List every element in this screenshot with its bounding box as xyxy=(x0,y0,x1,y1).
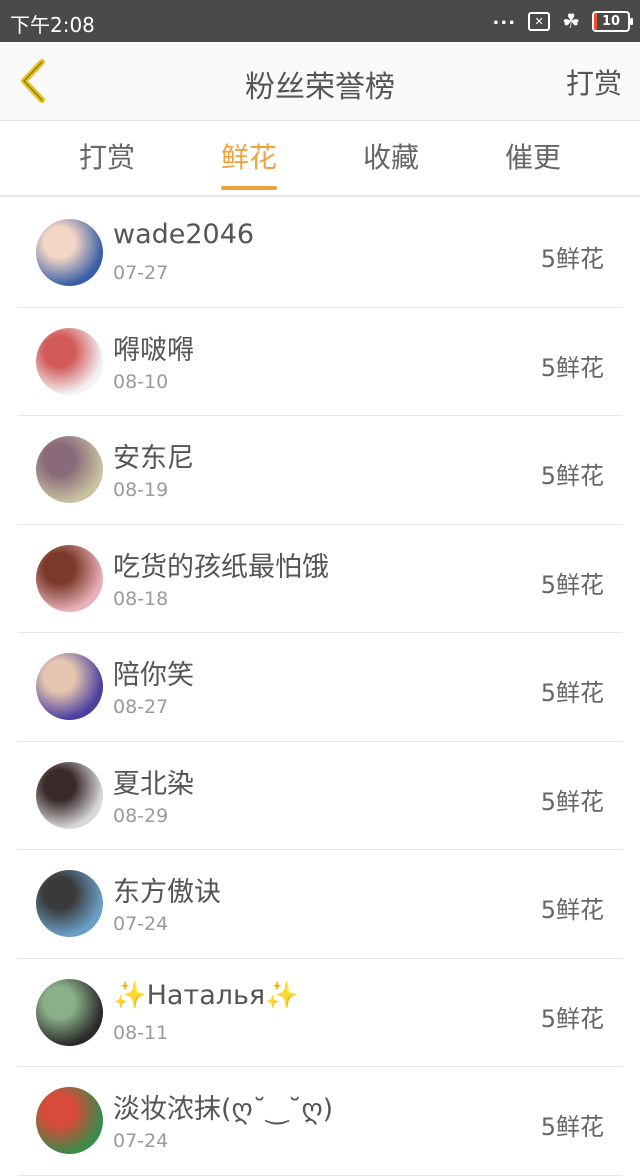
fan-date: 08-11 xyxy=(113,1021,169,1044)
fan-row[interactable]: 夏北染 08-29 5鲜花 xyxy=(0,742,640,850)
tab-urge-update[interactable]: 催更 xyxy=(462,121,604,195)
fan-date: 07-24 xyxy=(113,1130,169,1152)
avatar[interactable] xyxy=(36,1087,103,1154)
fan-row[interactable]: 东方傲诀 07-24 5鲜花 xyxy=(0,850,640,959)
fan-name: 吃货的孩纸最怕饿 xyxy=(113,551,329,583)
fan-date: 08-18 xyxy=(113,587,169,610)
back-arrow-icon xyxy=(21,59,45,103)
fan-name: 安东尼 xyxy=(113,443,194,474)
avatar[interactable] xyxy=(36,219,103,286)
fan-date: 07-27 xyxy=(113,262,169,284)
avatar[interactable] xyxy=(36,653,103,720)
sim-off-icon: ✕ xyxy=(528,11,551,31)
tab-reward[interactable]: 打赏 xyxy=(36,121,178,195)
fan-row[interactable]: 陪你笑 08-27 5鲜花 xyxy=(0,633,640,742)
fan-name: 嘚啵嘚 xyxy=(113,334,194,366)
flower-amount: 5鲜花 xyxy=(540,1004,604,1033)
flower-amount: 5鲜花 xyxy=(540,570,604,599)
avatar[interactable] xyxy=(36,327,103,395)
fan-row[interactable]: 吃货的孩纸最怕饿 08-18 5鲜花 xyxy=(0,525,640,633)
tab-bar: 打赏 鲜花 收藏 催更 xyxy=(0,121,640,197)
status-icons: ... ✕ ☘ 10 xyxy=(492,7,633,34)
row-divider xyxy=(18,1174,622,1176)
fan-date: 08-10 xyxy=(113,370,169,393)
flower-amount: 5鲜花 xyxy=(540,353,604,382)
fan-name: ✨Наталья✨ xyxy=(113,979,299,1011)
fan-name: wade2046 xyxy=(113,219,255,250)
flower-amount: 5鲜花 xyxy=(540,787,604,816)
avatar[interactable] xyxy=(36,436,103,503)
fan-list: wade2046 07-27 5鲜花 嘚啵嘚 08-10 5鲜花 安东尼 08-19 5鲜花 吃货… xyxy=(0,199,640,1176)
fan-row[interactable]: 安东尼 08-19 5鲜花 xyxy=(0,416,640,525)
fan-name: 东方傲诀 xyxy=(113,877,221,908)
avatar[interactable] xyxy=(36,761,103,829)
flower-amount: 5鲜花 xyxy=(540,245,604,273)
back-button[interactable] xyxy=(10,52,60,110)
reward-button[interactable]: 打赏 xyxy=(566,62,622,102)
active-tab-indicator xyxy=(221,186,277,190)
more-dots-icon: ... xyxy=(492,7,517,29)
battery-icon: 10 xyxy=(592,10,633,32)
fan-row[interactable]: 淡妆浓抹(ღ˘‿˘ღ) 07-24 5鲜花 xyxy=(0,1067,640,1176)
battery-level: 10 xyxy=(601,13,621,29)
flower-amount: 5鲜花 xyxy=(540,462,604,490)
fan-row[interactable]: ✨Наталья✨ 08-11 5鲜花 xyxy=(0,959,640,1067)
tab-favorites[interactable]: 收藏 xyxy=(320,121,462,195)
status-bar: 下午2:08 ... ✕ ☘ 10 xyxy=(0,0,640,42)
fan-date: 08-29 xyxy=(113,804,169,827)
clover-icon: ☘ xyxy=(562,9,580,33)
flower-amount: 5鲜花 xyxy=(540,1113,604,1141)
avatar[interactable] xyxy=(36,870,103,937)
page-title: 粉丝荣誉榜 xyxy=(245,70,395,105)
flower-amount: 5鲜花 xyxy=(540,679,604,707)
fan-name: 淡妆浓抹(ღ˘‿˘ღ) xyxy=(113,1094,334,1125)
app-header: 粉丝荣誉榜 打赏 xyxy=(0,42,640,121)
fan-row[interactable]: wade2046 07-27 5鲜花 xyxy=(0,199,640,308)
avatar[interactable] xyxy=(36,978,103,1046)
flower-amount: 5鲜花 xyxy=(540,896,604,924)
avatar[interactable] xyxy=(36,544,103,612)
fan-row[interactable]: 嘚啵嘚 08-10 5鲜花 xyxy=(0,308,640,416)
status-time: 下午2:08 xyxy=(10,13,95,37)
fan-date: 08-27 xyxy=(113,696,169,718)
fan-name: 夏北染 xyxy=(113,768,194,800)
tab-flowers[interactable]: 鲜花 xyxy=(178,121,320,195)
fan-name: 陪你笑 xyxy=(113,660,194,691)
fan-date: 07-24 xyxy=(113,913,169,935)
fan-date: 08-19 xyxy=(113,479,169,501)
